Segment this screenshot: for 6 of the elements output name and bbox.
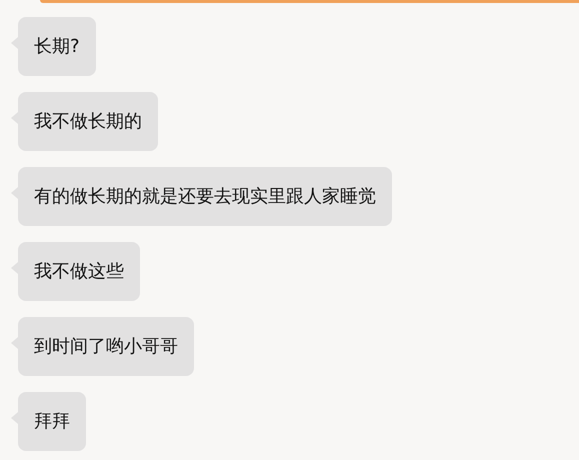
message-text: 长期? [34, 36, 80, 57]
message-text: 拜拜 [34, 411, 70, 432]
message-text: 有的做长期的就是还要去现实里跟人家睡觉 [34, 186, 376, 207]
message-text: 我不做长期的 [34, 111, 142, 132]
message-text: 我不做这些 [34, 261, 124, 282]
message-text: 到时间了哟小哥哥 [34, 336, 178, 357]
